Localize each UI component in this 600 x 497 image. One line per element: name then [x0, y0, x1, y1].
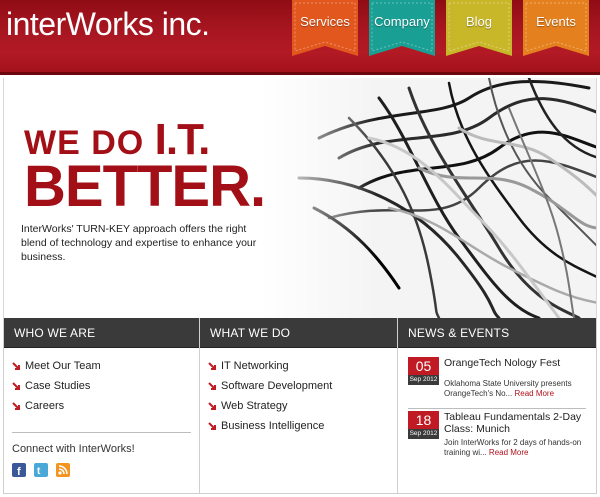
- svg-text:f: f: [17, 466, 21, 477]
- link-label: Web Strategy: [221, 400, 288, 412]
- twitter-icon[interactable]: t: [34, 463, 48, 477]
- hero-headline: WE DO I.T. BETTER.: [24, 118, 266, 219]
- read-more-link[interactable]: Read More: [489, 448, 529, 457]
- news-title[interactable]: OrangeTech Nology Fest: [444, 357, 594, 369]
- who-we-are-heading: WHO WE ARE: [4, 318, 199, 348]
- link-case-studies[interactable]: Case Studies: [12, 376, 199, 396]
- news-item: 18 Sep 2012 Tableau Fundamentals 2-Day C…: [398, 403, 596, 458]
- connect-label: Connect with InterWorks!: [12, 443, 135, 455]
- nav-label-services: Services: [300, 14, 350, 29]
- what-we-do-column: WHAT WE DO IT Networking Software Develo…: [200, 318, 398, 493]
- who-we-are-links: Meet Our Team Case Studies Careers: [4, 348, 199, 416]
- news-excerpt: Join InterWorks for 2 days of hands-on t…: [444, 438, 592, 458]
- link-web-strategy[interactable]: Web Strategy: [208, 396, 397, 416]
- link-label: Meet Our Team: [25, 360, 101, 372]
- calendar-date-icon: 18 Sep 2012: [408, 411, 439, 439]
- nav-label-events: Events: [536, 14, 576, 29]
- site-logo[interactable]: interWorks inc.: [6, 6, 210, 43]
- link-label: Careers: [25, 400, 65, 412]
- ribbon-shape: [446, 0, 512, 56]
- arrow-icon: [208, 361, 217, 371]
- news-events-heading: NEWS & EVENTS: [398, 318, 596, 348]
- arrow-icon: [12, 361, 21, 371]
- nav-label-company: Company: [374, 14, 430, 29]
- ribbon-shape: [292, 0, 358, 56]
- what-we-do-links: IT Networking Software Development Web S…: [200, 348, 397, 436]
- news-day: 05: [408, 357, 439, 375]
- nav-tab-services[interactable]: Services: [292, 0, 358, 58]
- link-label: Business Intelligence: [221, 420, 325, 432]
- arrow-icon: [208, 421, 217, 431]
- link-software-development[interactable]: Software Development: [208, 376, 397, 396]
- link-careers[interactable]: Careers: [12, 396, 199, 416]
- read-more-link[interactable]: Read More: [514, 389, 554, 398]
- link-business-intelligence[interactable]: Business Intelligence: [208, 416, 397, 436]
- hero-line-2: BETTER.: [24, 154, 266, 219]
- arrow-icon: [12, 381, 21, 391]
- arrow-icon: [208, 401, 217, 411]
- news-month: Sep 2012: [408, 375, 439, 385]
- arrow-icon: [208, 381, 217, 391]
- news-month: Sep 2012: [408, 429, 439, 439]
- hero-banner: WE DO I.T. BETTER. InterWorks' TURN-KEY …: [3, 78, 597, 318]
- rss-icon[interactable]: [56, 463, 70, 477]
- link-meet-our-team[interactable]: Meet Our Team: [12, 356, 199, 376]
- who-we-are-column: WHO WE ARE Meet Our Team Case Studies Ca…: [4, 318, 200, 493]
- calendar-date-icon: 05 Sep 2012: [408, 357, 439, 385]
- facebook-icon[interactable]: f: [12, 463, 26, 478]
- link-label: Software Development: [221, 380, 333, 392]
- news-events-column: NEWS & EVENTS 05 Sep 2012 OrangeTech Nol…: [398, 318, 596, 493]
- link-it-networking[interactable]: IT Networking: [208, 356, 397, 376]
- what-we-do-heading: WHAT WE DO: [200, 318, 397, 348]
- nav-tab-blog[interactable]: Blog: [446, 0, 512, 58]
- hero-tagline: InterWorks' TURN-KEY approach offers the…: [21, 223, 257, 263]
- cables-image: [259, 78, 596, 318]
- nav-tab-events[interactable]: Events: [523, 0, 589, 58]
- footer-columns: WHO WE ARE Meet Our Team Case Studies Ca…: [3, 318, 597, 494]
- news-excerpt: Oklahoma State University presents Orang…: [444, 379, 592, 399]
- nav-label-blog: Blog: [465, 14, 493, 29]
- link-label: Case Studies: [25, 380, 91, 392]
- site-header: interWorks inc. Services Company Blog Ev…: [0, 0, 600, 75]
- news-day: 18: [408, 411, 439, 429]
- news-title[interactable]: Tableau Fundamentals 2-Day Class: Munich: [444, 411, 594, 435]
- social-links: f t: [4, 455, 199, 478]
- arrow-icon: [12, 401, 21, 411]
- nav-tab-company[interactable]: Company: [369, 0, 435, 58]
- ribbon-shape: [369, 0, 435, 56]
- svg-text:t: t: [37, 466, 41, 477]
- link-label: IT Networking: [221, 360, 289, 372]
- news-item: 05 Sep 2012 OrangeTech Nology Fest Oklah…: [398, 348, 596, 400]
- ribbon-shape: [523, 0, 589, 56]
